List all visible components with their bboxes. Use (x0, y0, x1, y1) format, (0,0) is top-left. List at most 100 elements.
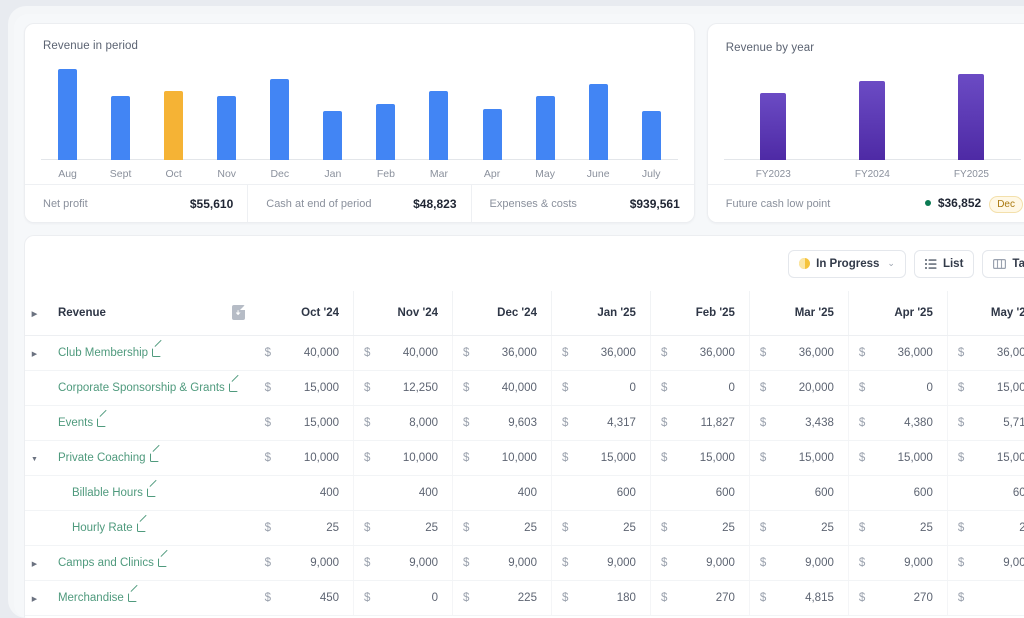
value-cell[interactable]: 4,380 (872, 405, 948, 440)
value-cell[interactable]: 600 (971, 475, 1024, 510)
value-cell[interactable]: 225 (476, 580, 552, 615)
list-view-button[interactable]: List (914, 250, 974, 278)
column-header-revenue[interactable]: Revenue (44, 291, 255, 335)
column-header-oct-24[interactable]: Oct '24 (278, 291, 354, 335)
column-header-apr-25[interactable]: Apr '25 (872, 291, 948, 335)
row-label-cell[interactable]: Merchandise (44, 580, 255, 615)
row-expand-toggle[interactable]: ▶ (25, 335, 44, 370)
value-cell[interactable]: 36,000 (773, 335, 849, 370)
row-expand-toggle[interactable]: ▼ (25, 440, 44, 475)
value-cell[interactable]: 36,000 (575, 335, 651, 370)
value-cell[interactable]: 0 (971, 580, 1024, 615)
value-cell[interactable]: 9,603 (476, 405, 552, 440)
row-expand-toggle[interactable]: ▶ (25, 580, 44, 615)
value-cell[interactable]: 400 (278, 475, 354, 510)
value-cell[interactable]: 600 (575, 475, 651, 510)
edit-icon[interactable] (229, 383, 238, 392)
bar[interactable] (429, 91, 448, 160)
value-cell[interactable]: 25 (773, 510, 849, 545)
bar[interactable] (958, 74, 984, 160)
value-cell[interactable]: 9,000 (773, 545, 849, 580)
value-cell[interactable]: 25 (278, 510, 354, 545)
value-cell[interactable]: 5,719 (971, 405, 1024, 440)
value-cell[interactable]: 25 (971, 510, 1024, 545)
value-cell[interactable]: 15,000 (872, 440, 948, 475)
table-row[interactable]: ▶Merchandise$450$0$225$180$270$4,815$270… (25, 580, 1024, 615)
bar[interactable] (111, 96, 130, 160)
value-cell[interactable]: 9,000 (278, 545, 354, 580)
bar[interactable] (323, 111, 342, 160)
value-cell[interactable]: 25 (575, 510, 651, 545)
value-cell[interactable]: 25 (476, 510, 552, 545)
bar[interactable] (760, 93, 786, 160)
value-cell[interactable]: 0 (674, 370, 750, 405)
value-cell[interactable]: 36,000 (971, 335, 1024, 370)
value-cell[interactable]: 36,000 (674, 335, 750, 370)
table-row[interactable]: ▶Club Membership$40,000$40,000$36,000$36… (25, 335, 1024, 370)
bar[interactable] (859, 81, 885, 160)
chevron-right-icon[interactable]: ▶ (32, 351, 37, 358)
value-cell[interactable]: 0 (575, 370, 651, 405)
value-cell[interactable]: 400 (476, 475, 552, 510)
table-view-button[interactable]: Tab (982, 250, 1024, 278)
value-cell[interactable]: 20,000 (773, 370, 849, 405)
value-cell[interactable]: 9,000 (377, 545, 453, 580)
export-document-icon[interactable] (232, 305, 245, 320)
value-cell[interactable]: 25 (674, 510, 750, 545)
value-cell[interactable]: 10,000 (278, 440, 354, 475)
table-row[interactable]: ▼Private Coaching$10,000$10,000$10,000$1… (25, 440, 1024, 475)
value-cell[interactable]: 11,827 (674, 405, 750, 440)
edit-icon[interactable] (97, 418, 106, 427)
row-expand-toggle[interactable]: ▶ (25, 545, 44, 580)
table-row[interactable]: ▶Camps and Clinics$9,000$9,000$9,000$9,0… (25, 545, 1024, 580)
table-row[interactable]: Corporate Sponsorship & Grants$15,000$12… (25, 370, 1024, 405)
bar[interactable] (376, 104, 395, 160)
value-cell[interactable]: 15,000 (674, 440, 750, 475)
value-cell[interactable]: 450 (278, 580, 354, 615)
value-cell[interactable]: 15,000 (971, 440, 1024, 475)
value-cell[interactable]: 15,000 (971, 370, 1024, 405)
edit-icon[interactable] (158, 558, 167, 567)
value-cell[interactable]: 25 (377, 510, 453, 545)
value-cell[interactable]: 270 (872, 580, 948, 615)
status-filter-button[interactable]: In Progress ⌄ (788, 250, 906, 278)
edit-icon[interactable] (147, 488, 156, 497)
column-header-may-25[interactable]: May '25 (971, 291, 1024, 335)
edit-icon[interactable] (150, 453, 159, 462)
value-cell[interactable]: 3,438 (773, 405, 849, 440)
value-cell[interactable]: 9,000 (476, 545, 552, 580)
value-cell[interactable]: 9,000 (872, 545, 948, 580)
chevron-down-icon[interactable]: ▼ (31, 456, 38, 463)
row-label-cell[interactable]: Camps and Clinics (44, 545, 255, 580)
value-cell[interactable]: 15,000 (278, 370, 354, 405)
edit-icon[interactable] (137, 523, 146, 532)
row-label-cell[interactable]: Club Membership (44, 335, 255, 370)
column-header-jan-25[interactable]: Jan '25 (575, 291, 651, 335)
table-row[interactable]: Events$15,000$8,000$9,603$4,317$11,827$3… (25, 405, 1024, 440)
value-cell[interactable]: 9,000 (971, 545, 1024, 580)
value-cell[interactable]: 15,000 (575, 440, 651, 475)
value-cell[interactable]: 40,000 (377, 335, 453, 370)
chevron-right-icon[interactable]: ▶ (32, 596, 37, 603)
column-header-mar-25[interactable]: Mar '25 (773, 291, 849, 335)
value-cell[interactable]: 400 (377, 475, 453, 510)
value-cell[interactable]: 0 (377, 580, 453, 615)
column-header-feb-25[interactable]: Feb '25 (674, 291, 750, 335)
bar[interactable] (589, 84, 608, 160)
value-cell[interactable]: 36,000 (872, 335, 948, 370)
value-cell[interactable]: 270 (674, 580, 750, 615)
row-label-cell[interactable]: Hourly Rate (44, 510, 255, 545)
row-label-cell[interactable]: Private Coaching (44, 440, 255, 475)
edit-icon[interactable] (152, 348, 161, 357)
column-header-nov-24[interactable]: Nov '24 (377, 291, 453, 335)
expand-all-header[interactable]: ▶ (25, 291, 44, 335)
bar[interactable] (483, 109, 502, 160)
bar[interactable] (58, 69, 77, 160)
value-cell[interactable]: 12,250 (377, 370, 453, 405)
value-cell[interactable]: 600 (674, 475, 750, 510)
value-cell[interactable]: 8,000 (377, 405, 453, 440)
table-row[interactable]: Billable Hours400400400600600600600600 (25, 475, 1024, 510)
row-label-cell[interactable]: Events (44, 405, 255, 440)
value-cell[interactable]: 180 (575, 580, 651, 615)
value-cell[interactable]: 40,000 (476, 370, 552, 405)
